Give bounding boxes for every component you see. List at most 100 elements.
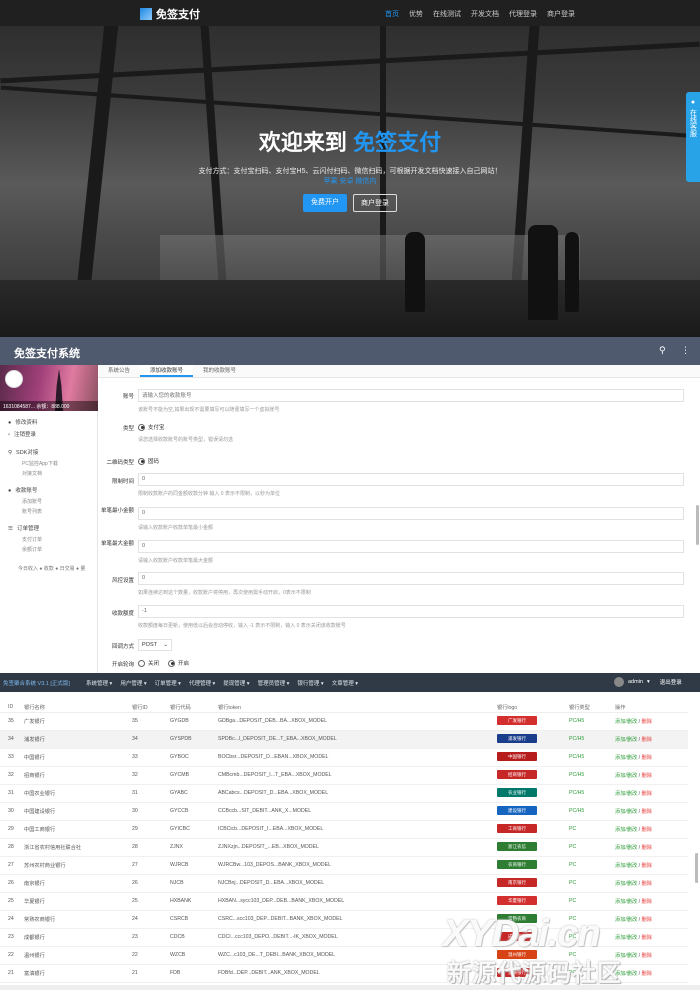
nav-menu-item[interactable]: 银行管理	[297, 681, 319, 687]
nav-menu-item[interactable]: 系统管理	[86, 681, 108, 687]
online-service-tab[interactable]: ● 在线客服	[686, 92, 700, 182]
more-icon[interactable]: ⋮	[681, 345, 690, 356]
delete-link[interactable]: 删除	[642, 971, 652, 977]
avatar[interactable]	[5, 370, 23, 388]
sidebar-sub-docs[interactable]: 对接文档	[0, 469, 97, 479]
nav-menu[interactable]: 系统管理 ▾	[86, 679, 112, 687]
avatar[interactable]	[614, 677, 624, 687]
nav-menu[interactable]: 订单管理 ▾	[155, 679, 181, 687]
sidebar-item-logout[interactable]: ▫ 注销登录	[0, 429, 97, 441]
quota-input[interactable]: -1	[138, 605, 684, 618]
table-row[interactable]: 28 浙江省农村信用社联合社 28 ZJNX ZJNXzjn...DEPOSIT_...…	[0, 838, 688, 857]
edit-link[interactable]: 添加/删改	[615, 737, 637, 743]
sidebar-sub-add-account[interactable]: 添加账号	[0, 497, 97, 507]
nav-menu-item[interactable]: 提现管理	[223, 681, 245, 687]
tab-my-accounts[interactable]: 我的收款账号	[193, 365, 246, 377]
edit-link[interactable]: 添加/删改	[615, 881, 637, 887]
menu-agent-login[interactable]: 代理登录	[509, 9, 537, 19]
edit-link[interactable]: 添加/删改	[615, 935, 637, 941]
edit-link[interactable]: 添加/删改	[615, 719, 637, 725]
scrollbar[interactable]	[696, 505, 699, 545]
logout-link[interactable]: 退出登录	[660, 678, 682, 686]
edit-link[interactable]: 添加/删改	[615, 791, 637, 797]
table-row[interactable]: 34 浦发银行 34 GYSPDB SPDBc...l_DEPOSIT_DE...T_E…	[0, 730, 688, 749]
nav-menu[interactable]: 提现管理 ▾	[223, 679, 249, 687]
delete-link[interactable]: 删除	[642, 809, 652, 815]
delete-link[interactable]: 删除	[642, 881, 652, 887]
scrollbar[interactable]	[695, 853, 698, 883]
table-row[interactable]: 32 招商银行 32 GYCMB CMBcmb...DEPOSIT_I...T_EBA.…	[0, 766, 688, 785]
tab-announcement[interactable]: 系统公告	[98, 365, 140, 377]
merchant-login-button[interactable]: 商户登录	[353, 194, 397, 212]
sidebar-item-profile[interactable]: ● 修改资料	[0, 417, 97, 429]
nav-menu-item[interactable]: 管理员管理	[258, 681, 286, 687]
sidebar-item-accounts[interactable]: ● 收款账号	[0, 485, 97, 497]
tab-add-account[interactable]: 添加收款账号	[140, 365, 194, 377]
edit-link[interactable]: 添加/删改	[615, 827, 637, 833]
sidebar-sub-account-list[interactable]: 账号列表	[0, 507, 97, 517]
nav-menu[interactable]: 管理员管理 ▾	[258, 679, 290, 687]
table-row[interactable]: 33 中国银行 33 GYBOC BOCbsr...DEPOSIT_D...EBAN..…	[0, 748, 688, 767]
risk-input[interactable]: 0	[138, 572, 684, 585]
table-row[interactable]: 26 南京银行 26 NJCB NJCBnj...DEPOSIT_D...EBA...X…	[0, 874, 688, 893]
menu-dev-docs[interactable]: 开发文档	[471, 9, 499, 19]
nav-menu-item[interactable]: 用户管理	[120, 681, 142, 687]
username[interactable]: admin	[628, 679, 643, 685]
nav-menu-item[interactable]: 订单管理	[155, 681, 177, 687]
sidebar-item-orders[interactable]: ☰ 订单管理	[0, 523, 97, 535]
nav-menu[interactable]: 代理管理 ▾	[189, 679, 215, 687]
menu-home[interactable]: 首页	[385, 9, 399, 19]
edit-link[interactable]: 添加/删改	[615, 917, 637, 923]
delete-link[interactable]: 删除	[642, 791, 652, 797]
edit-link[interactable]: 添加/删改	[615, 899, 637, 905]
polling-radio-off[interactable]: 关闭	[138, 659, 159, 667]
table-row[interactable]: 30 中国建设银行 30 GYCCB CCBccb...SIT_DEBIT...ANK_…	[0, 802, 688, 821]
system-brand[interactable]: 免签聚合系统 V3.1 [正式版]	[3, 679, 70, 687]
free-register-button[interactable]: 免费开户	[303, 194, 347, 212]
min-amount-input[interactable]: 0	[138, 507, 684, 520]
nav-menu-item[interactable]: 代理管理	[189, 681, 211, 687]
table-row[interactable]: 25 华夏银行 25 HXBANK HXBAN...sycc103_DEP...DEB.…	[0, 892, 688, 911]
nav-menu[interactable]: 用户管理 ▾	[120, 679, 146, 687]
qr-radio-fixed[interactable]: 固码	[138, 457, 159, 465]
delete-link[interactable]: 删除	[642, 935, 652, 941]
site-logo[interactable]: 免签支付	[140, 6, 200, 22]
search-icon[interactable]: ⚲	[659, 345, 666, 356]
delete-link[interactable]: 删除	[642, 773, 652, 779]
nav-menu-item[interactable]: 文章管理	[332, 681, 354, 687]
sidebar-item-sdk[interactable]: ⚲ SDK对接	[0, 447, 97, 459]
delete-link[interactable]: 删除	[642, 755, 652, 761]
table-row[interactable]: 35 广发银行 35 GYGDB GDBga...DEPOSIT_DEB...BA...…	[0, 712, 688, 731]
delete-link[interactable]: 删除	[642, 863, 652, 869]
delete-link[interactable]: 删除	[642, 899, 652, 905]
menu-online-test[interactable]: 在线测试	[433, 9, 461, 19]
sidebar-sub-app-download[interactable]: PC监控App下载	[0, 459, 97, 469]
edit-link[interactable]: 添加/删改	[615, 773, 637, 779]
menu-advantage[interactable]: 优势	[409, 9, 423, 19]
account-input[interactable]	[138, 389, 684, 402]
edit-link[interactable]: 添加/删改	[615, 863, 637, 869]
table-row[interactable]: 31 中国农业银行 31 GYABC ABCabcs...DEPOSIT_D...EBA…	[0, 784, 688, 803]
horizontal-scrollbar[interactable]	[0, 985, 700, 990]
nav-menu[interactable]: 银行管理 ▾	[297, 679, 323, 687]
edit-link[interactable]: 添加/删改	[615, 845, 637, 851]
sidebar-sub-balance-orders[interactable]: 余额订单	[0, 545, 97, 555]
menu-merchant-login[interactable]: 商户登录	[547, 9, 575, 19]
max-amount-input[interactable]: 0	[138, 540, 684, 553]
edit-link[interactable]: 添加/删改	[615, 809, 637, 815]
delete-link[interactable]: 删除	[642, 953, 652, 959]
callback-select[interactable]: POST ⌄	[138, 639, 172, 651]
polling-radio-on[interactable]: 开启	[168, 659, 189, 667]
nav-menu[interactable]: 文章管理 ▾	[332, 679, 358, 687]
table-row[interactable]: 27 苏州农村商业银行 27 WJRCB WJRCBw...103_DEPOS...BA…	[0, 856, 688, 875]
table-row[interactable]: 29 中国工商银行 29 GYICBC ICBCicb...DEPOSIT_I...EB…	[0, 820, 688, 839]
sidebar-sub-pay-orders[interactable]: 支付订单	[0, 535, 97, 545]
delete-link[interactable]: 删除	[642, 737, 652, 743]
delete-link[interactable]: 删除	[642, 827, 652, 833]
limit-time-input[interactable]: 0	[138, 473, 684, 486]
delete-link[interactable]: 删除	[642, 719, 652, 725]
delete-link[interactable]: 删除	[642, 917, 652, 923]
delete-link[interactable]: 删除	[642, 845, 652, 851]
type-radio-alipay[interactable]: 支付宝	[138, 423, 165, 431]
edit-link[interactable]: 添加/删改	[615, 755, 637, 761]
